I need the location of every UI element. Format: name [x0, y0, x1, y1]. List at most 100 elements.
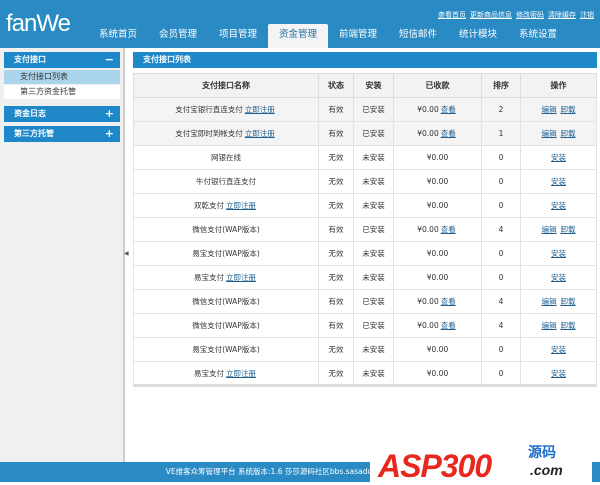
top-link[interactable]: 注销 — [580, 11, 594, 19]
gateway-name: 牛付银行直连支付 — [196, 177, 256, 186]
uninstall-link[interactable]: 卸载 — [561, 129, 576, 138]
uninstall-link[interactable]: 卸载 — [561, 297, 576, 306]
cell-actions: 编辑 卸载 — [520, 97, 597, 122]
sidebar-group-payment[interactable]: 支付接口 − — [4, 52, 120, 68]
cell-name: 易宝支付 立即注册 — [133, 265, 319, 290]
install-link[interactable]: 安装 — [551, 369, 566, 378]
install-link[interactable]: 安装 — [551, 345, 566, 354]
install-link[interactable]: 安装 — [551, 273, 566, 282]
collapse-icon[interactable]: − — [105, 52, 114, 68]
cell-received: ¥0.00 查看 — [393, 121, 482, 146]
col-sort: 排序 — [481, 73, 521, 98]
main-nav: 系统首页 会员管理 项目管理 资金管理 前端管理 短信邮件 统计模块 系统设置 — [88, 24, 568, 48]
gateway-name: 网银在线 — [211, 153, 241, 162]
register-link[interactable]: 立即注册 — [226, 273, 256, 282]
view-link[interactable]: 查看 — [441, 105, 456, 114]
amount: ¥0.00 — [426, 345, 449, 354]
cell-install: 未安装 — [353, 145, 394, 170]
gateway-name: 易宝支付(WAP版本) — [192, 345, 260, 354]
cell-install: 已安装 — [353, 121, 394, 146]
table-row: 易宝支付 立即注册 无效 未安装 ¥0.00 0 安装 — [133, 265, 597, 290]
uninstall-link[interactable]: 卸载 — [561, 321, 576, 330]
amount: ¥0.00 — [426, 368, 449, 378]
top-link[interactable]: 清除缓存 — [548, 11, 576, 19]
nav-tab[interactable]: 短信邮件 — [388, 24, 448, 48]
install-link[interactable]: 安装 — [551, 201, 566, 210]
expand-icon[interactable]: + — [105, 106, 114, 122]
cell-sort: 0 — [481, 361, 521, 386]
gateway-name: 支付宝银行直连支付 — [175, 105, 243, 114]
expand-icon[interactable]: + — [105, 126, 114, 142]
col-status: 状态 — [318, 73, 354, 98]
cell-name: 微信支付(WAP版本) — [133, 289, 319, 314]
cell-status: 有效 — [318, 97, 354, 122]
nav-tab[interactable]: 系统首页 — [88, 24, 148, 48]
nav-tab[interactable]: 前端管理 — [328, 24, 388, 48]
top-link[interactable]: 查看首页 — [438, 11, 466, 19]
sidebar-group-fund-log[interactable]: 资金日志 + — [4, 106, 120, 122]
cell-install: 已安装 — [353, 217, 394, 242]
panel-title: 支付接口列表 — [133, 52, 597, 68]
uninstall-link[interactable]: 卸载 — [561, 105, 576, 114]
nav-tab[interactable]: 统计模块 — [448, 24, 508, 48]
sidebar-toggle-handle[interactable]: ◀ — [124, 250, 129, 257]
install-link[interactable]: 安装 — [551, 177, 566, 186]
top-link[interactable]: 更新商品信息 — [470, 11, 512, 19]
install-link[interactable]: 安装 — [551, 153, 566, 162]
cell-name: 网银在线 — [133, 145, 319, 170]
cell-status: 无效 — [318, 337, 354, 362]
nav-tab[interactable]: 资金管理 — [268, 24, 328, 48]
edit-link[interactable]: 编辑 — [542, 105, 557, 114]
top-link[interactable]: 修改密码 — [516, 11, 544, 19]
register-link[interactable]: 立即注册 — [226, 369, 256, 378]
nav-tab[interactable]: 会员管理 — [148, 24, 208, 48]
cell-name: 微信支付(WAP版本) — [133, 217, 319, 242]
cell-sort: 0 — [481, 337, 521, 362]
cell-actions: 安装 — [520, 337, 597, 362]
register-link[interactable]: 立即注册 — [245, 129, 275, 138]
cell-install: 未安装 — [353, 361, 394, 386]
cell-sort: 4 — [481, 313, 521, 338]
sidebar-group-escrow[interactable]: 第三方托管 + — [4, 126, 120, 142]
cell-actions: 安装 — [520, 145, 597, 170]
gateway-name: 双乾支付 — [194, 201, 224, 210]
cell-actions: 安装 — [520, 241, 597, 266]
nav-tab[interactable]: 系统设置 — [508, 24, 568, 48]
install-link[interactable]: 安装 — [551, 249, 566, 258]
register-link[interactable]: 立即注册 — [245, 105, 275, 114]
nav-tab[interactable]: 项目管理 — [208, 24, 268, 48]
header: fanWe 查看首页 更新商品信息 修改密码 清除缓存 注销 系统首页 会员管理 项目管理资… — [0, 0, 600, 48]
edit-link[interactable]: 编辑 — [542, 129, 557, 138]
view-link[interactable]: 查看 — [441, 129, 456, 138]
cell-install: 已安装 — [353, 289, 394, 314]
cell-status: 有效 — [318, 217, 354, 242]
gateway-name: 微信支付(WAP版本) — [192, 225, 260, 234]
edit-link[interactable]: 编辑 — [542, 297, 557, 306]
cell-actions: 编辑 卸载 — [520, 313, 597, 338]
cell-received: ¥0.00 — [393, 145, 482, 170]
view-link[interactable]: 查看 — [441, 225, 456, 234]
table-row: 微信支付(WAP版本) 有效 已安装 ¥0.00 查看 4 编辑 卸载 — [133, 217, 597, 242]
sidebar-item-payment-list[interactable]: 支付接口列表 — [4, 70, 120, 84]
sidebar-item-third-party-escrow[interactable]: 第三方资金托管 — [4, 85, 120, 99]
cell-install: 未安装 — [353, 241, 394, 266]
register-link[interactable]: 立即注册 — [226, 201, 256, 210]
cell-name: 双乾支付 立即注册 — [133, 193, 319, 218]
gateway-name: 易宝支付 — [194, 273, 224, 282]
group-label: 第三方托管 — [14, 129, 54, 138]
cell-actions: 安装 — [520, 361, 597, 386]
cell-received: ¥0.00 查看 — [393, 217, 482, 242]
edit-link[interactable]: 编辑 — [542, 321, 557, 330]
view-link[interactable]: 查看 — [441, 321, 456, 330]
cell-received: ¥0.00 查看 — [393, 313, 482, 338]
watermark-logo: ASP300 源码 .com — [370, 440, 592, 484]
table-row: 易宝支付(WAP版本) 无效 未安装 ¥0.00 0 安装 — [133, 337, 597, 362]
view-link[interactable]: 查看 — [441, 297, 456, 306]
cell-status: 无效 — [318, 193, 354, 218]
edit-link[interactable]: 编辑 — [542, 225, 557, 234]
table-row: 易宝支付 立即注册 无效 未安装 ¥0.00 0 安装 — [133, 361, 597, 386]
sidebar: 支付接口 − 支付接口列表 第三方资金托管 资金日志 + 第三方托管 + — [0, 48, 125, 462]
uninstall-link[interactable]: 卸载 — [561, 225, 576, 234]
amount: ¥0.00 — [426, 273, 449, 282]
gateway-name: 微信支付(WAP版本) — [192, 321, 260, 330]
